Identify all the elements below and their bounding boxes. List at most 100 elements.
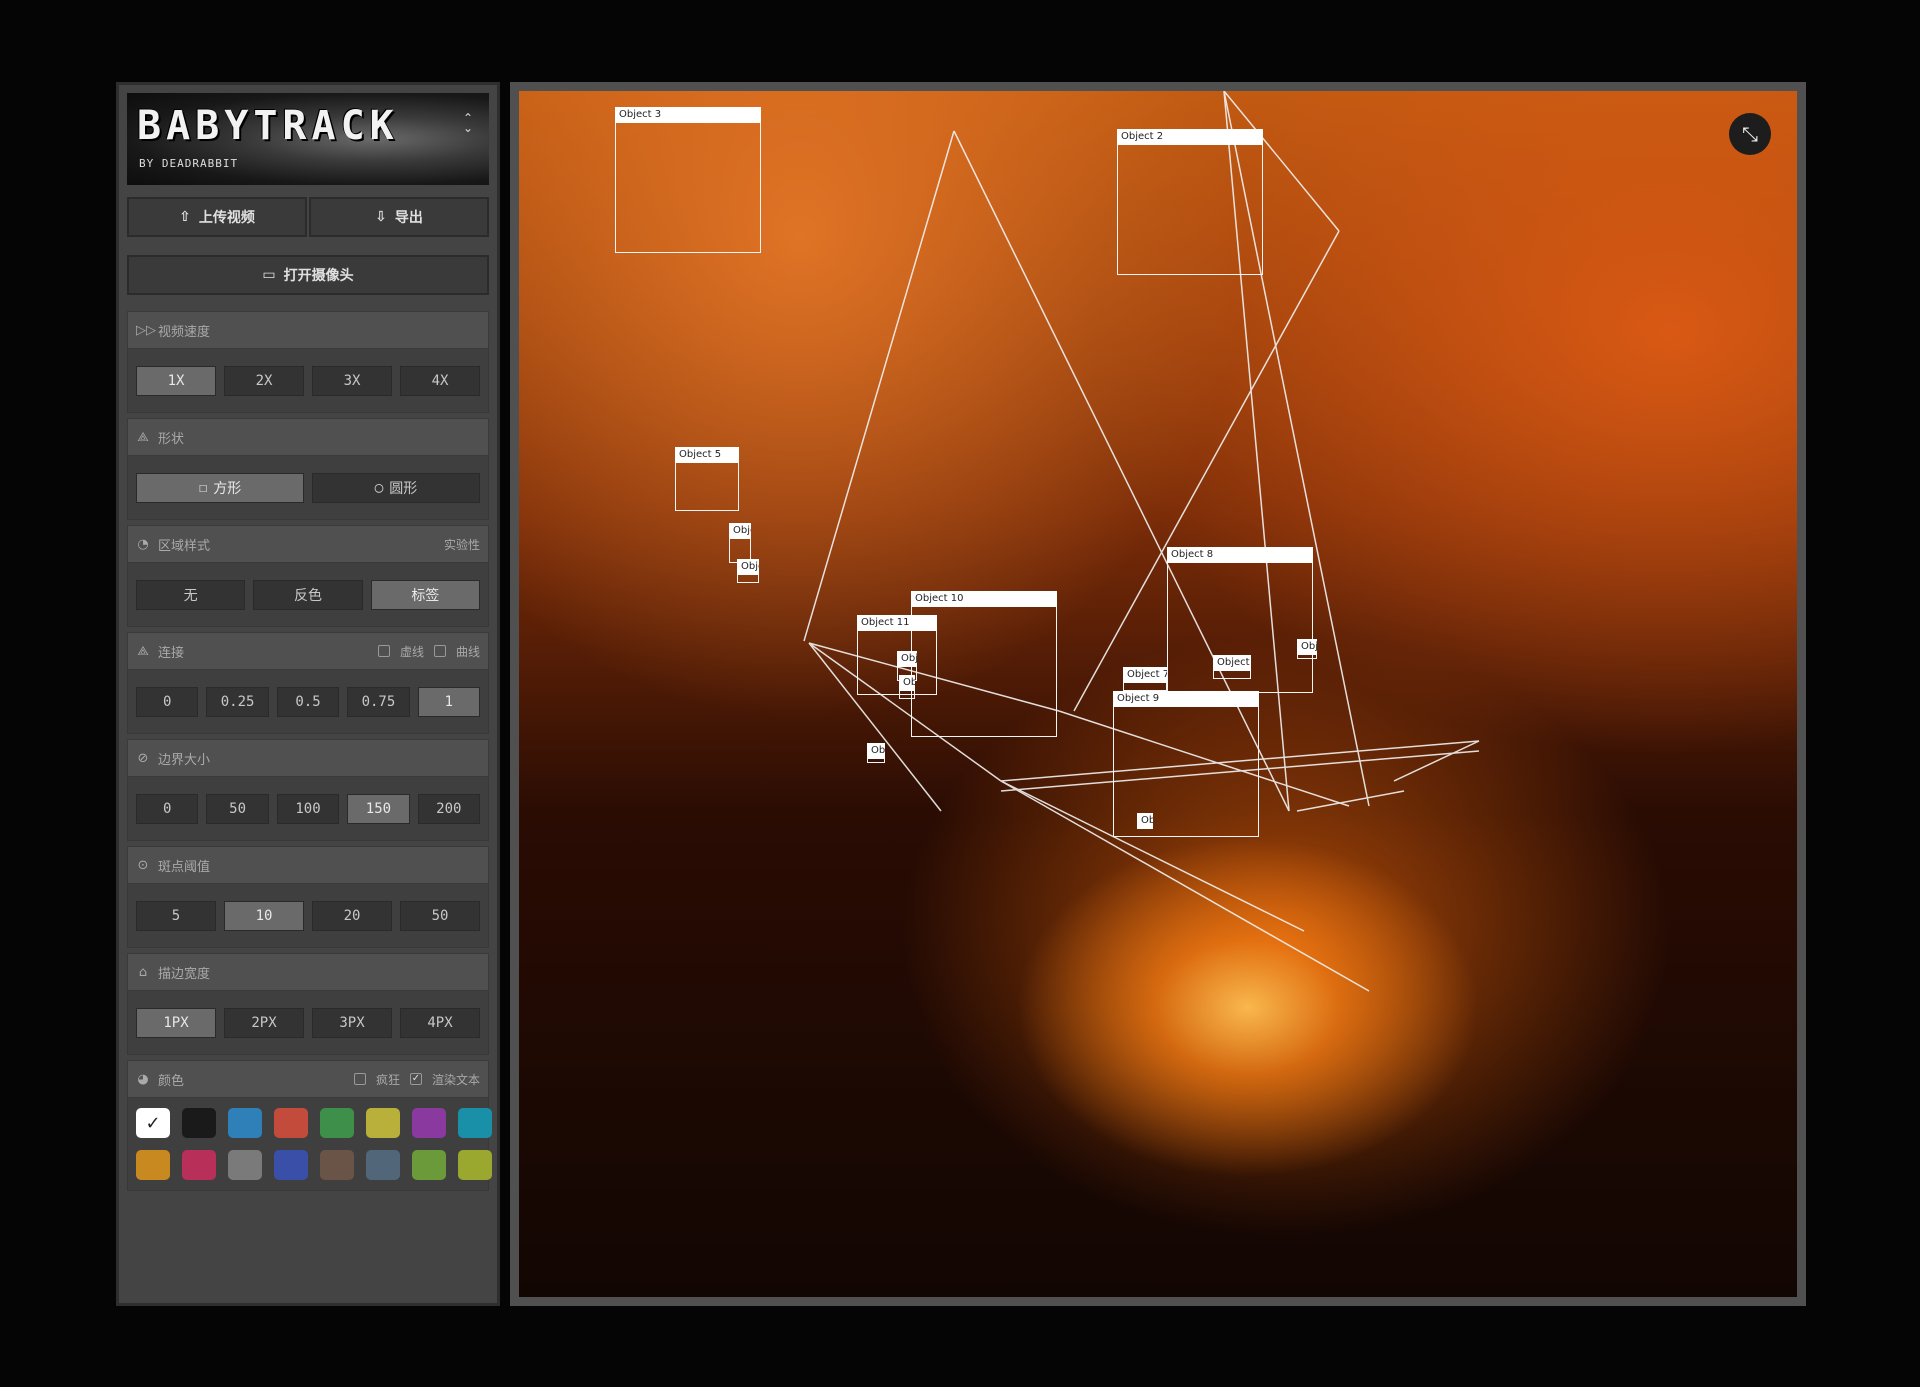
color-swatch[interactable] (228, 1108, 262, 1138)
tracked-object-label: Obj (897, 651, 917, 667)
check-icon: ✓ (145, 1112, 161, 1134)
border-size-option-3[interactable]: 150 (347, 793, 410, 824)
connection-option-3[interactable]: 0.75 (347, 686, 410, 717)
tracked-object-box: Obj (867, 743, 885, 763)
tracked-object-label: Object (1213, 655, 1251, 671)
tracked-object-box: Obj (899, 675, 915, 699)
curve-checkbox[interactable] (433, 645, 446, 657)
tracked-object-label: Object 8 (1167, 547, 1313, 563)
color-swatch[interactable] (458, 1108, 492, 1138)
region-style-option-2[interactable]: 标签 (370, 579, 480, 610)
color-swatch[interactable]: ✓ (136, 1108, 170, 1138)
region-style-title: 区域样式 (158, 538, 211, 554)
border-size-option-0[interactable]: 0 (136, 793, 199, 824)
color-swatch[interactable] (182, 1150, 216, 1180)
speed-option-3[interactable]: 4X (400, 365, 480, 396)
shape-option-circle[interactable]: ◯ 圆形 (312, 472, 480, 503)
color-swatch[interactable] (182, 1108, 216, 1138)
speed-header: ▷▷ 视频速度 (127, 311, 489, 349)
speed-option-0[interactable]: 1X (136, 365, 216, 396)
color-swatch[interactable] (458, 1150, 492, 1180)
stroke-width-header: ⌂ 描边宽度 (127, 953, 489, 991)
camera-icon: ▭ (262, 267, 276, 283)
connection-option-0[interactable]: 0 (136, 686, 199, 717)
color-swatch[interactable] (228, 1150, 262, 1180)
speed-option-1[interactable]: 2X (224, 365, 304, 396)
region-style-options: 无反色 标签 (127, 563, 489, 627)
stroke-width-options: 1PX 2PX 3PX 4PX (127, 991, 489, 1055)
color-swatch[interactable] (366, 1108, 400, 1138)
color-swatch[interactable] (320, 1108, 354, 1138)
speed-title: 视频速度 (158, 324, 211, 340)
stroke-width-option-2[interactable]: 3PX (312, 1007, 392, 1038)
collapse-icon[interactable]: ⤡ (1729, 113, 1771, 155)
connection-option-2[interactable]: 0.5 (276, 686, 340, 717)
shape-section: ⟁ 形状 ☐ 方形 ◯ 圆形 (127, 418, 489, 520)
connection-header: ⟁ 连接 虚线 曲线 (127, 632, 489, 670)
color-swatch[interactable] (136, 1150, 170, 1180)
dashed-checkbox[interactable] (377, 645, 390, 657)
threshold-options: 5 10 20 50 (127, 884, 489, 948)
shapes-icon: ⟁ (137, 429, 149, 445)
app-logo: BABYTRACK BY DEADRABBIT ⌃ ⌄ (127, 93, 489, 185)
threshold-option-1[interactable]: 10 (224, 900, 304, 931)
threshold-option-3[interactable]: 50 (400, 900, 480, 931)
tracked-object-label: Obje (729, 523, 751, 539)
square-icon: ☐ (198, 479, 208, 496)
border-size-option-2[interactable]: 100 (276, 793, 340, 824)
tracked-object-label: Obj (1297, 639, 1317, 655)
shape-option-label: 方形 (213, 480, 242, 497)
border-icon: ⊘ (137, 750, 149, 766)
tracked-object-label: Object 9 (1113, 691, 1259, 707)
shape-options: ☐ 方形 ◯ 圆形 (127, 456, 489, 520)
crazy-checkbox[interactable] (353, 1073, 366, 1085)
open-camera-button[interactable]: ▭ 打开摄像头 (127, 255, 489, 295)
tracked-object-label: Object 3 (615, 107, 761, 123)
stroke-width-option-1[interactable]: 2PX (224, 1007, 304, 1038)
upload-video-button[interactable]: ⇧ 上传视频 (127, 197, 307, 237)
stroke-width-option-0[interactable]: 1PX (136, 1007, 216, 1038)
color-swatch[interactable] (274, 1150, 308, 1180)
region-icon: ◔ (137, 536, 149, 552)
color-title: 颜色 (158, 1073, 185, 1089)
border-size-option-4[interactable]: 200 (417, 793, 481, 824)
export-button[interactable]: ⇩ 导出 (309, 197, 489, 237)
shape-option-square[interactable]: ☐ 方形 (136, 472, 304, 503)
color-swatch[interactable] (320, 1150, 354, 1180)
chevron-updown-icon[interactable]: ⌃ ⌄ (463, 112, 473, 134)
threshold-title: 斑点阈值 (158, 859, 211, 875)
color-swatch[interactable] (412, 1108, 446, 1138)
upload-label: 上传视频 (198, 210, 255, 226)
connection-options: 0 0.25 0.5 0.75 1 (127, 670, 489, 734)
color-header: ◕ 颜色 疯狂 ✓ 渲染文本 (127, 1060, 489, 1098)
connection-icon: ⟁ (137, 643, 149, 659)
border-size-title: 边界大小 (158, 752, 211, 768)
shape-header: ⟁ 形状 (127, 418, 489, 456)
region-style-option-0[interactable]: 无 (136, 579, 246, 610)
target-icon: ⊙ (137, 857, 149, 873)
color-section: ◕ 颜色 疯狂 ✓ 渲染文本 ✓ (127, 1060, 492, 1191)
region-style-option-1[interactable]: 反色 (253, 579, 363, 610)
border-size-option-1[interactable]: 50 (206, 793, 269, 824)
tracked-object-box: Obje (737, 559, 759, 583)
threshold-option-0[interactable]: 5 (136, 900, 216, 931)
color-swatch[interactable] (274, 1108, 308, 1138)
control-sidebar: BABYTRACK BY DEADRABBIT ⌃ ⌄ ⇧ 上传视频 ⇩ 导出 ▭… (116, 82, 500, 1306)
color-swatch[interactable] (412, 1150, 446, 1180)
dashed-label: 虚线 (399, 644, 424, 659)
video-viewer[interactable]: Object 3 Object 2 Object 5 Object 8 Object 1… (510, 82, 1806, 1306)
tracked-object-box: Obj (1297, 639, 1317, 659)
tracked-object-box: Object 7 (1123, 667, 1167, 691)
region-style-header: ◔ 区域样式 实验性 (127, 525, 489, 563)
stroke-width-option-3[interactable]: 4PX (400, 1007, 480, 1038)
speed-option-2[interactable]: 3X (312, 365, 392, 396)
shape-title: 形状 (158, 431, 185, 447)
connection-option-1[interactable]: 0.25 (206, 686, 269, 717)
color-swatch[interactable] (366, 1150, 400, 1180)
tracked-object-label: Object 11 (857, 615, 937, 631)
tracked-object-box: Object 19 (1137, 813, 1153, 829)
connection-option-4[interactable]: 1 (417, 686, 481, 717)
render-text-checkbox[interactable]: ✓ (409, 1073, 422, 1085)
threshold-option-2[interactable]: 20 (312, 900, 392, 931)
palette-icon: ◕ (137, 1071, 149, 1087)
